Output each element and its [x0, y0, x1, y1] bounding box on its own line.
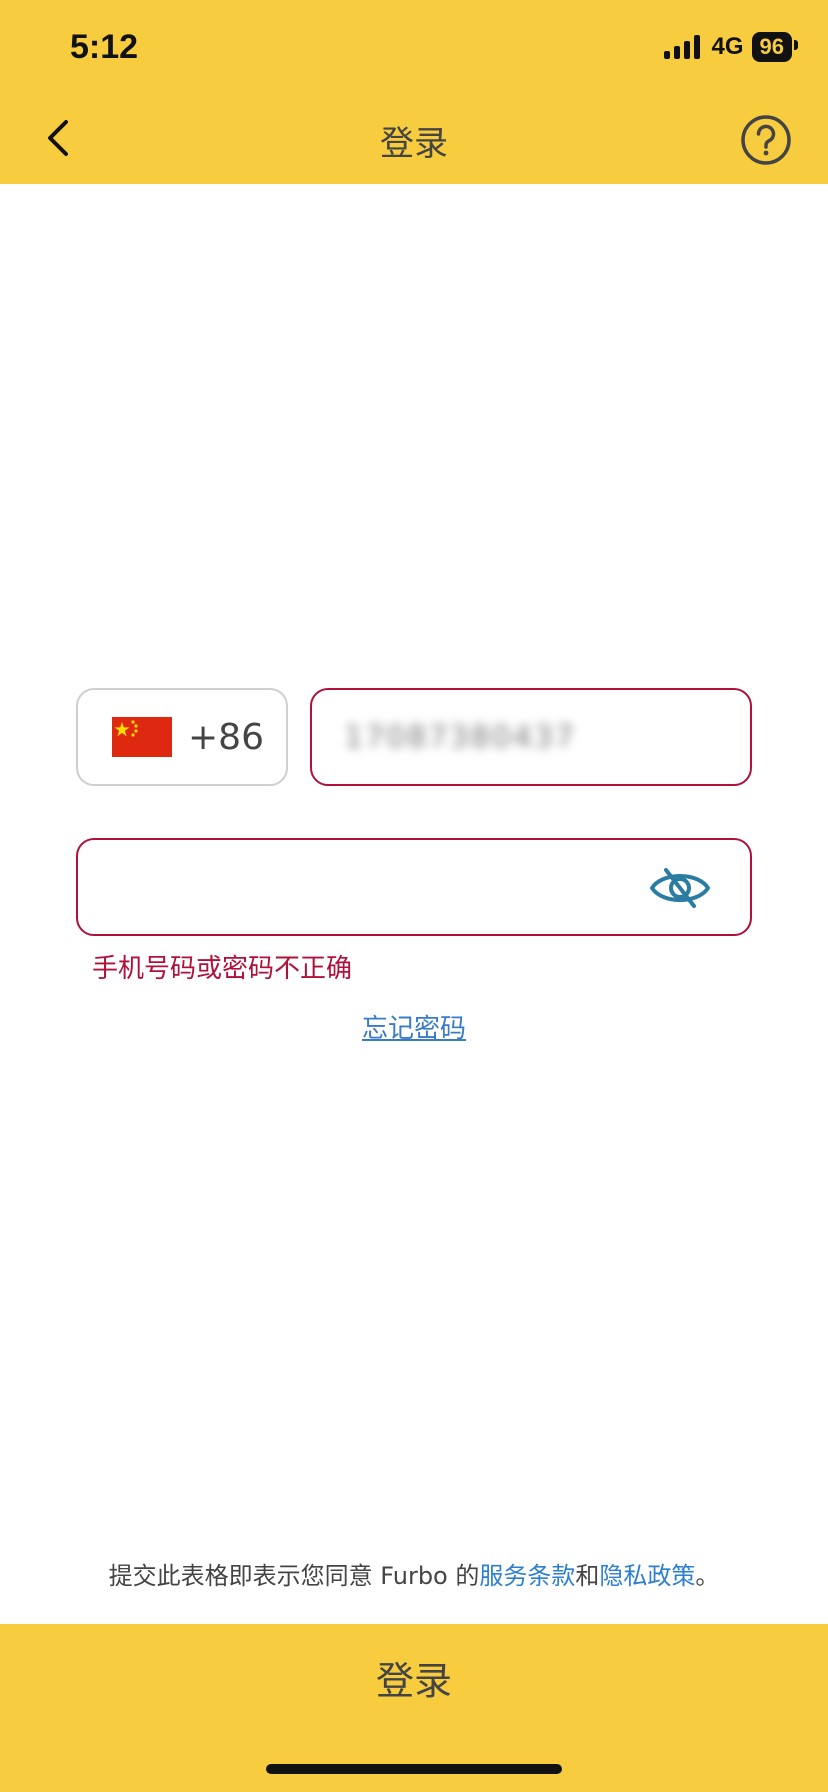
country-code: +86	[188, 716, 264, 758]
forgot-password-label[interactable]: 忘记密码	[362, 1014, 466, 1044]
login-screen: 5:12 4G 96 登录 +86 17087380437 手机号码或密码不正确…	[0, 0, 828, 1792]
header: 5:12 4G 96 登录	[0, 0, 828, 184]
status-time: 5:12	[70, 28, 139, 66]
country-code-selector[interactable]: +86	[76, 688, 288, 786]
terms-connector: 和	[575, 1562, 600, 1590]
battery-level: 96	[759, 34, 784, 59]
error-message: 手机号码或密码不正确	[92, 954, 353, 984]
page-title: 登录	[380, 124, 448, 164]
home-indicator	[266, 1764, 562, 1774]
login-button-label[interactable]: 登录	[0, 1650, 828, 1705]
eye-slash-icon[interactable]	[648, 864, 712, 912]
forgot-password-link[interactable]: 忘记密码	[0, 1008, 828, 1045]
password-input[interactable]	[76, 838, 752, 936]
phone-input[interactable]: 17087380437	[310, 688, 752, 786]
signal-icon	[663, 35, 700, 59]
terms-of-service-link[interactable]: 服务条款	[479, 1562, 575, 1590]
china-flag-icon	[112, 717, 172, 757]
terms-notice: 提交此表格即表示您同意 Furbo 的服务条款和隐私政策。	[0, 1556, 828, 1591]
help-circle-icon[interactable]	[740, 114, 792, 166]
network-type: 4G	[711, 33, 744, 60]
battery-icon: 96	[751, 32, 799, 62]
terms-prefix: 提交此表格即表示您同意 Furbo 的	[108, 1562, 480, 1590]
status-bar-right: 4G 96	[663, 32, 799, 62]
terms-suffix: 。	[695, 1562, 720, 1590]
phone-value: 17087380437	[344, 719, 576, 755]
privacy-policy-link[interactable]: 隐私政策	[599, 1562, 695, 1590]
